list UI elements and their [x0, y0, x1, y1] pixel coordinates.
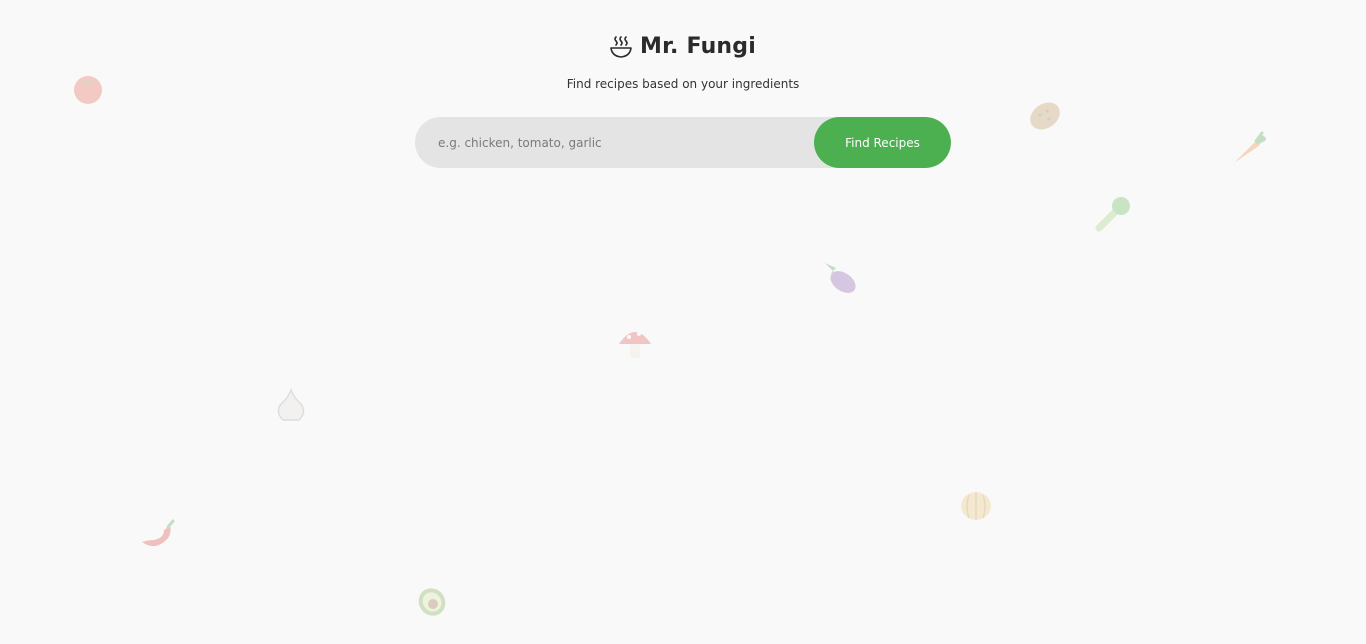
- mushroom-icon: [617, 324, 653, 360]
- garlic-icon: [273, 388, 309, 424]
- leafy-green-icon: [1095, 196, 1131, 232]
- eggplant-icon: [822, 260, 858, 296]
- carrot-icon: [1230, 130, 1266, 166]
- avocado-icon: [412, 582, 448, 618]
- title-row: Mr. Fungi: [610, 34, 756, 59]
- chili-pepper-icon: [140, 518, 176, 554]
- search-bar: Find Recipes: [415, 117, 951, 168]
- steaming-bowl-icon: [610, 35, 632, 59]
- page: Mr. Fungi Find recipes based on your ing…: [0, 0, 1366, 644]
- ingredients-search-input[interactable]: [415, 117, 815, 168]
- onion-icon: [958, 486, 994, 522]
- app-subtitle: Find recipes based on your ingredients: [566, 76, 800, 91]
- potato-icon: [1027, 98, 1063, 134]
- find-recipes-button[interactable]: Find Recipes: [814, 117, 951, 168]
- header: Mr. Fungi Find recipes based on your ing…: [0, 34, 1366, 91]
- app-title: Mr. Fungi: [640, 34, 756, 59]
